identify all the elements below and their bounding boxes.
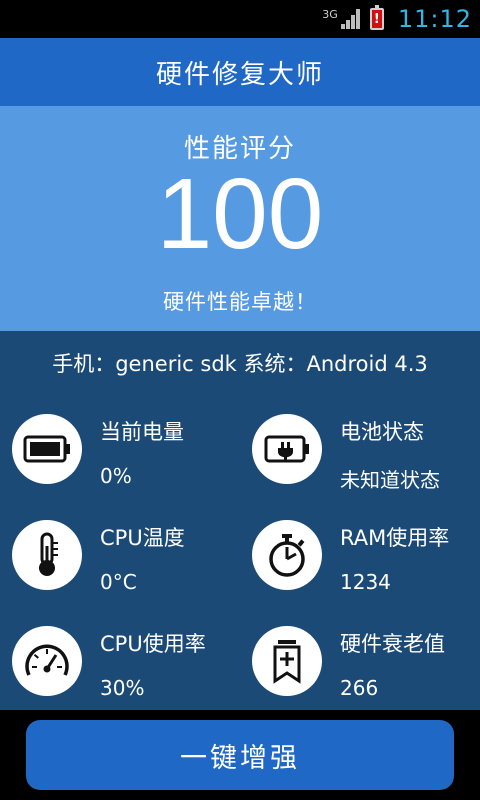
stat-label: RAM使用率: [340, 526, 450, 550]
battery-alert: !: [371, 10, 382, 28]
gauge-icon: [12, 626, 82, 696]
stat-ram-usage: RAM使用率 1234: [240, 512, 480, 612]
one-click-boost-button[interactable]: 一键增强: [26, 720, 454, 790]
stat-value: 0%: [100, 464, 132, 488]
stat-value: 30%: [100, 676, 145, 700]
stat-label: 当前电量: [100, 420, 184, 444]
stat-label: 电池状态: [340, 420, 424, 444]
score-panel: 性能评分 100 硬件性能卓越！: [0, 106, 480, 331]
action-bar: 一键增强: [0, 710, 480, 800]
stat-hardware-aging: 硬件衰老值 266: [240, 618, 480, 718]
stat-value: 0°C: [100, 570, 137, 594]
battery-icon: [12, 414, 82, 484]
score-value: 100: [156, 158, 324, 270]
stat-label: CPU温度: [100, 526, 185, 550]
stat-cpu-temperature: CPU温度 0°C: [0, 512, 240, 612]
bookmark-plus-icon: [252, 626, 322, 696]
stat-value: 1234: [340, 570, 391, 594]
app-title-bar: 硬件修复大师: [0, 38, 480, 106]
network-type: 3G: [322, 8, 338, 21]
stat-value: 未知道状态: [340, 468, 440, 492]
score-description: 硬件性能卓越！: [163, 290, 317, 314]
stat-cpu-usage: CPU使用率 30%: [0, 618, 240, 718]
stat-battery-status: 电池状态 未知道状态: [240, 406, 480, 506]
status-bar: 3G ! 11:12: [0, 0, 480, 38]
signal-icon: [340, 9, 360, 29]
stat-label: CPU使用率: [100, 632, 206, 656]
stat-label: 硬件衰老值: [340, 632, 445, 656]
stat-battery-level: 当前电量 0%: [0, 406, 240, 506]
battery-status-icon: !: [369, 5, 384, 30]
app-title: 硬件修复大师: [155, 59, 324, 90]
stopwatch-icon: [252, 520, 322, 590]
thermometer-icon: [12, 520, 82, 590]
stat-value: 266: [340, 676, 379, 700]
battery-plug-icon: [252, 414, 322, 484]
device-info: 手机：generic sdk 系统：Android 4.3: [52, 352, 428, 376]
clock: 11:12: [397, 5, 472, 33]
